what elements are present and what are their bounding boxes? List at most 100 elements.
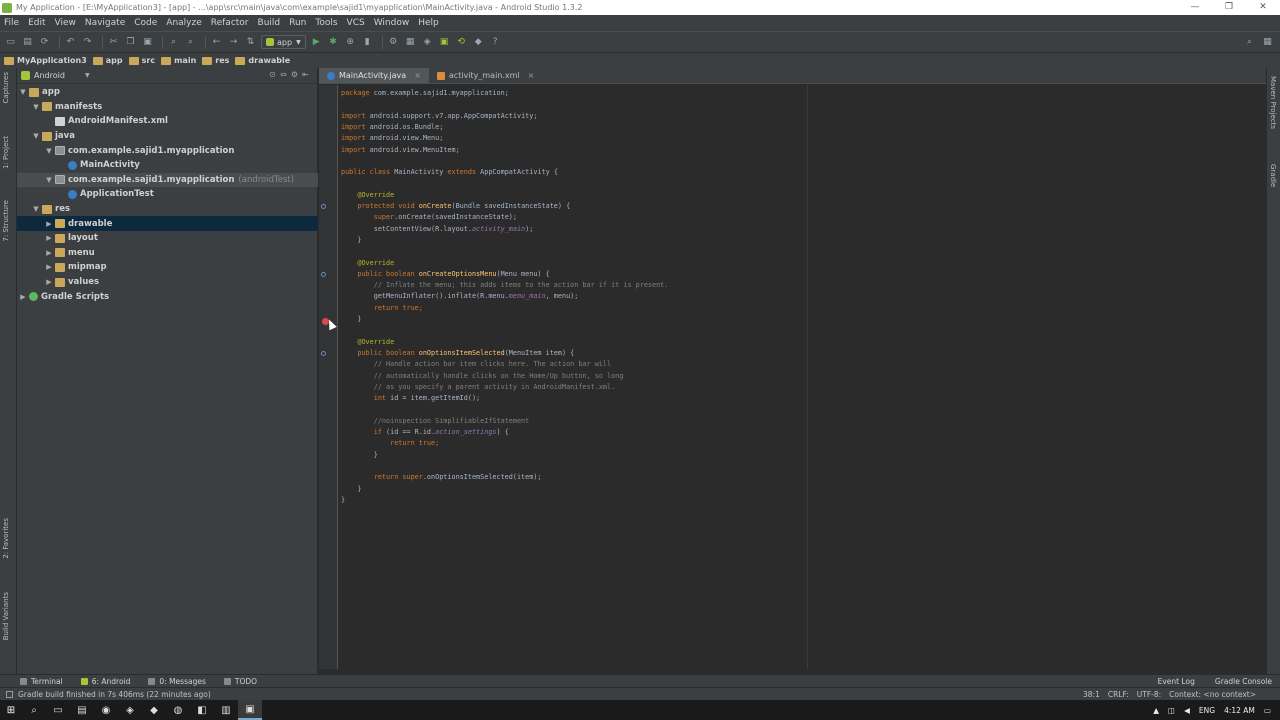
tab-captures[interactable]: Captures (2, 72, 10, 103)
browser-icon[interactable]: ◉ (94, 700, 118, 720)
menu-file[interactable]: File (4, 18, 19, 28)
android-device-monitor-icon[interactable]: ◈ (421, 36, 434, 49)
breadcrumb-item[interactable]: src (128, 56, 155, 65)
run-config-selector[interactable]: app ▼ (261, 35, 306, 49)
search-icon[interactable]: ⌕ (22, 700, 46, 720)
tree-item[interactable]: ▼ java (17, 129, 318, 144)
override-marker-icon[interactable] (321, 204, 326, 209)
tree-item[interactable]: ▶ menu (17, 246, 318, 261)
project-structure-icon[interactable]: ⚙ (387, 36, 400, 49)
breadcrumb-item[interactable]: res (202, 56, 229, 65)
breadcrumb-item[interactable]: main (161, 56, 196, 65)
notepad-icon[interactable]: ▥ (214, 700, 238, 720)
clock[interactable]: 4:12 AM (1224, 706, 1255, 715)
tab-favorites[interactable]: 2: Favorites (2, 518, 10, 559)
file-encoding[interactable]: UTF-8: (1137, 690, 1161, 699)
file-explorer-icon[interactable]: ▤ (70, 700, 94, 720)
menu-analyze[interactable]: Analyze (166, 18, 201, 28)
chevron-up-icon[interactable]: ▲ (1153, 706, 1159, 715)
menu-code[interactable]: Code (134, 18, 157, 28)
cut-icon[interactable]: ✂ (107, 36, 120, 49)
gear-icon[interactable]: ⚙ (289, 70, 300, 79)
tree-item[interactable]: ApplicationTest (17, 187, 318, 202)
copy-icon[interactable]: ❐ (124, 36, 137, 49)
tab-build-variants[interactable]: Build Variants (2, 592, 10, 640)
debug-icon[interactable]: ✱ (327, 36, 340, 49)
tree-item[interactable]: ▼ com.example.sajid1.myapplication (androi… (17, 172, 318, 188)
tree-item[interactable]: ▼ app (17, 85, 318, 100)
line-separator[interactable]: CRLF: (1108, 690, 1129, 699)
expanded-arrow-icon[interactable]: ▼ (44, 147, 54, 155)
open-folder-icon[interactable]: ▭ (4, 36, 17, 49)
editor-gutter[interactable] (319, 85, 338, 669)
tree-item[interactable]: ▼ com.example.sajid1.myapplication (17, 143, 318, 158)
expanded-arrow-icon[interactable]: ▼ (44, 176, 54, 184)
collapse-all-icon[interactable]: ⇔ (278, 70, 289, 79)
paste-icon[interactable]: ▣ (141, 36, 154, 49)
search-everywhere-icon[interactable]: ⌕ (1243, 36, 1256, 49)
volume-icon[interactable]: ◀ (1184, 706, 1190, 715)
back-icon[interactable]: ← (210, 36, 223, 49)
menu-help[interactable]: Help (418, 18, 439, 28)
collapsed-arrow-icon[interactable]: ▶ (18, 293, 28, 301)
menu-build[interactable]: Build (258, 18, 281, 28)
tree-item[interactable]: ▶ mipmap (17, 260, 318, 275)
android-robot-icon[interactable]: ◆ (472, 36, 485, 49)
sdk-manager-icon[interactable]: ▦ (404, 36, 417, 49)
save-all-icon[interactable]: ▤ (21, 36, 34, 49)
menu-refactor[interactable]: Refactor (211, 18, 249, 28)
tree-item[interactable]: ▶ values (17, 275, 318, 290)
tab-android[interactable]: 6: Android (80, 677, 130, 686)
code-editor[interactable]: package com.example.sajid1.myapplication… (339, 85, 1265, 669)
notifications-icon[interactable]: ▭ (1264, 706, 1271, 715)
tab-project[interactable]: 1: Project (2, 136, 10, 169)
menu-view[interactable]: View (55, 18, 76, 28)
chrome-icon[interactable]: ◍ (166, 700, 190, 720)
input-language[interactable]: ENG (1199, 706, 1215, 715)
tab-gradle[interactable]: Gradle (1269, 164, 1277, 187)
tree-item[interactable]: ▶ drawable (17, 216, 318, 231)
sync-icon[interactable]: ⟳ (38, 36, 51, 49)
menu-edit[interactable]: Edit (28, 18, 45, 28)
tree-item[interactable]: ▶ layout (17, 231, 318, 246)
forward-icon[interactable]: → (227, 36, 240, 49)
scroll-from-source-icon[interactable]: ⊙ (267, 70, 278, 79)
tree-item[interactable]: ▶ Gradle Scripts (17, 289, 318, 304)
redo-icon[interactable]: ↷ (81, 36, 94, 49)
menu-tools[interactable]: Tools (315, 18, 337, 28)
breadcrumb-item[interactable]: drawable (235, 56, 290, 65)
settings-icon[interactable]: ▦ (1261, 36, 1274, 49)
close-tab-icon[interactable]: × (528, 71, 535, 80)
expanded-arrow-icon[interactable]: ▼ (31, 205, 41, 213)
tab-terminal[interactable]: Terminal (20, 677, 63, 686)
tab-mainactivity-java[interactable]: MainActivity.java × (319, 68, 429, 83)
make-project-icon[interactable]: ⇅ (244, 36, 257, 49)
avd-manager-icon[interactable]: ▣ (438, 36, 451, 49)
task-view-icon[interactable]: ▭ (46, 700, 70, 720)
tab-gradle-console[interactable]: Gradle Console (1215, 677, 1272, 686)
tree-item[interactable]: MainActivity (17, 158, 318, 173)
breadcrumb-item[interactable]: app (92, 56, 123, 65)
close-tab-icon[interactable]: × (414, 71, 421, 80)
android-studio-taskbar-icon[interactable]: ◧ (190, 700, 214, 720)
tab-todo[interactable]: TODO (223, 677, 257, 686)
caret-position[interactable]: 38:1 (1083, 690, 1100, 699)
collapsed-arrow-icon[interactable]: ▶ (44, 249, 54, 257)
run-icon[interactable]: ▶ (310, 36, 323, 49)
collapsed-arrow-icon[interactable]: ▶ (44, 234, 54, 242)
breadcrumb-item[interactable]: MyApplication3 (4, 56, 87, 65)
minimize-button[interactable]: — (1178, 0, 1212, 15)
windows-start-icon[interactable]: ⊞ (0, 705, 22, 716)
media-icon[interactable]: ◆ (142, 700, 166, 720)
menu-navigate[interactable]: Navigate (85, 18, 125, 28)
app-icon[interactable]: ◈ (118, 700, 142, 720)
menu-run[interactable]: Run (289, 18, 306, 28)
find-icon[interactable]: ⌕ (167, 36, 180, 49)
replace-icon[interactable]: ⌕ (184, 36, 197, 49)
attach-debugger-icon[interactable]: ⊕ (344, 36, 357, 49)
hide-panel-icon[interactable]: ⇤ (300, 70, 311, 79)
close-button[interactable]: ✕ (1246, 0, 1280, 15)
active-app-icon[interactable]: ▣ (238, 700, 262, 720)
expanded-arrow-icon[interactable]: ▼ (31, 132, 41, 140)
tab-maven-projects[interactable]: Maven Projects (1269, 76, 1277, 129)
